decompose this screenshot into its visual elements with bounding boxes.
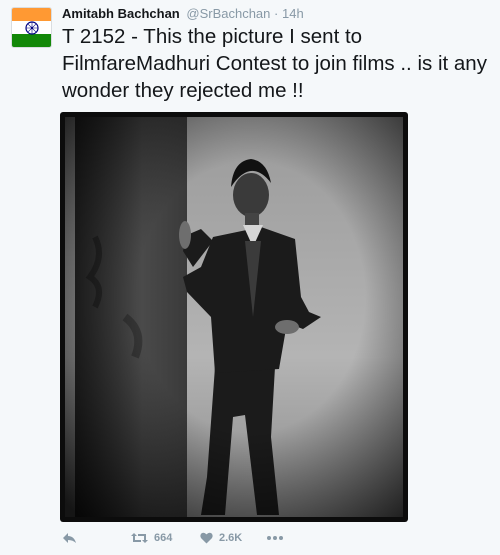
chakra-icon [25,21,39,35]
retweet-button[interactable]: 664 [131,530,172,546]
like-count: 2.6K [219,532,243,544]
timestamp[interactable]: 14h [282,6,304,21]
avatar[interactable] [11,7,52,48]
tweet: Amitabh Bachchan @SrBachchan · 14h T 215… [0,0,500,555]
retweet-count: 664 [154,532,173,544]
tweet-photo[interactable] [60,112,408,522]
more-button[interactable] [267,530,283,546]
reply-icon [63,533,76,543]
black-and-white-photo [65,117,403,517]
tweet-header: Amitabh Bachchan @SrBachchan · 14h [62,6,304,22]
like-button[interactable]: 2.6K [200,530,242,546]
heart-icon [200,532,213,544]
reply-button[interactable] [62,530,77,546]
author-name[interactable]: Amitabh Bachchan [62,6,180,21]
author-handle[interactable]: @SrBachchan [186,6,270,21]
retweet-icon [131,533,148,543]
separator-dot: · [274,6,279,21]
more-icon [267,536,283,540]
tweet-text: T 2152 - This the picture I sent to Film… [62,25,487,102]
